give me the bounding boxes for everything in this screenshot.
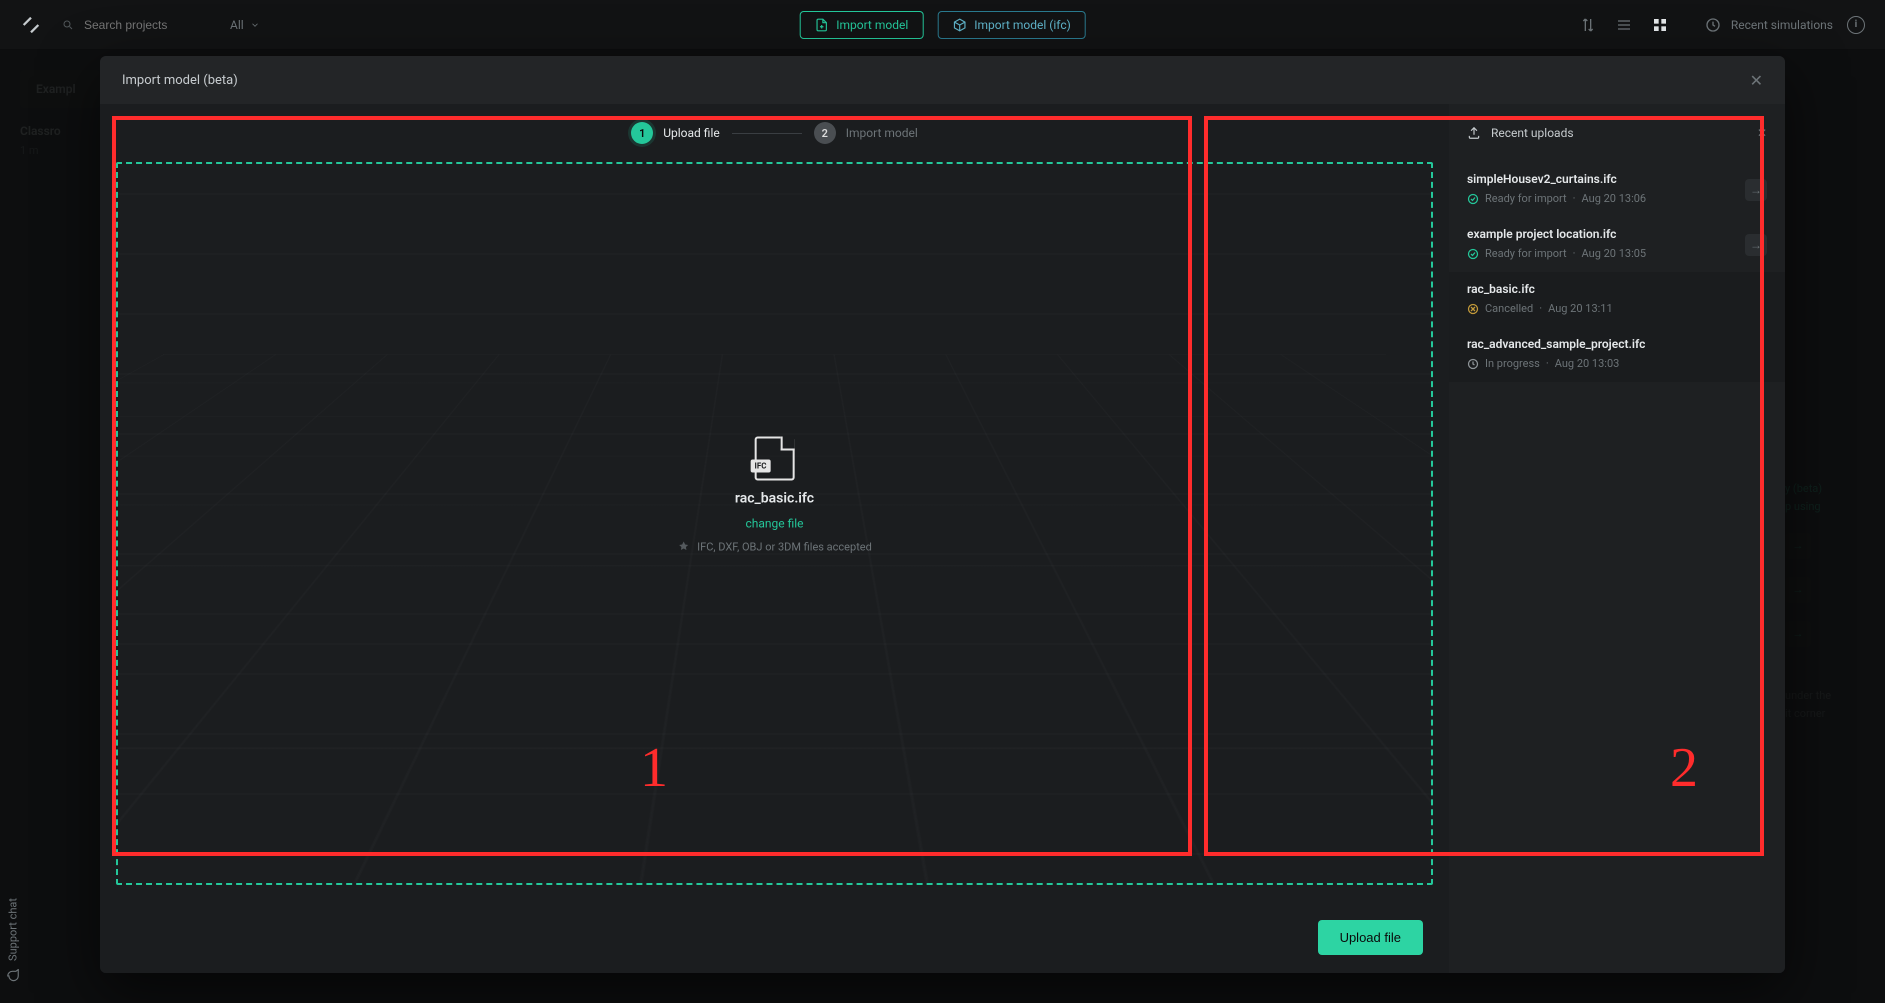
uploads-list: simpleHousev2_curtains.ifc Ready for impo… <box>1449 162 1785 382</box>
top-center-actions: Import model Import model (ifc) <box>799 11 1086 39</box>
support-chat[interactable]: Support chat <box>6 898 20 983</box>
file-name: rac_basic.ifc <box>735 490 814 506</box>
modal-header: Import model (beta) ✕ <box>100 56 1785 104</box>
upload-meta: Ready for import · Aug 20 13:06 <box>1467 192 1767 205</box>
step-1: 1 Upload file <box>631 122 719 144</box>
list-view-icon[interactable] <box>1613 14 1635 36</box>
cube-icon <box>952 18 966 32</box>
upload-name: example project location.ifc <box>1467 227 1767 241</box>
support-chat-label: Support chat <box>7 898 20 961</box>
step-1-label: Upload file <box>663 126 719 140</box>
pin-icon <box>677 541 689 553</box>
upload-status: Cancelled <box>1485 302 1533 315</box>
grid-perspective-2 <box>116 355 1433 885</box>
upload-date: Aug 20 13:03 <box>1555 357 1620 370</box>
search-input[interactable] <box>82 17 202 33</box>
import-model-ifc-button[interactable]: Import model (ifc) <box>937 11 1086 39</box>
file-plus-icon <box>814 18 828 32</box>
step-1-num: 1 <box>631 122 653 144</box>
annotation-num-1: 1 <box>640 736 668 800</box>
step-2-label: Import model <box>846 126 918 140</box>
stepper: 1 Upload file 2 Import model <box>100 104 1449 162</box>
filter-dropdown[interactable]: All <box>222 14 268 36</box>
status-icon <box>1467 358 1479 370</box>
close-icon[interactable]: ✕ <box>1750 71 1763 90</box>
accepts-row: IFC, DXF, OBJ or 3DM files accepted <box>677 540 872 553</box>
upload-status: Ready for import <box>1485 247 1567 260</box>
drop-wrap: IFC rac_basic.ifc change file IFC, DXF, … <box>116 162 1433 885</box>
chevron-down-icon <box>250 20 260 30</box>
drop-zone[interactable]: IFC rac_basic.ifc change file IFC, DXF, … <box>116 162 1433 885</box>
upload-item[interactable]: simpleHousev2_curtains.ifc Ready for impo… <box>1449 162 1785 217</box>
recent-uploads-panel: Recent uploads ✕ simpleHousev2_curtains.… <box>1449 104 1785 973</box>
annotation-num-2: 2 <box>1670 736 1698 800</box>
upload-item[interactable]: rac_advanced_sample_project.ifc In progre… <box>1449 327 1785 382</box>
import-model-ifc-label: Import model (ifc) <box>974 18 1071 32</box>
recent-uploads-title: Recent uploads <box>1491 126 1574 140</box>
more-icon[interactable]: ⋮ <box>1755 339 1767 353</box>
search-wrap[interactable] <box>54 13 210 37</box>
file-badge: IFC <box>751 459 771 472</box>
recent-simulations-label: Recent simulations <box>1731 18 1833 32</box>
upload-name: simpleHousev2_curtains.ifc <box>1467 172 1767 186</box>
upload-meta: Ready for import · Aug 20 13:05 <box>1467 247 1767 260</box>
accepts-text: IFC, DXF, OBJ or 3DM files accepted <box>697 540 872 553</box>
recent-uploads-header: Recent uploads ✕ <box>1449 104 1785 162</box>
upload-meta: Cancelled · Aug 20 13:11 <box>1467 302 1767 315</box>
step-2-num: 2 <box>814 122 836 144</box>
drop-center: IFC rac_basic.ifc change file IFC, DXF, … <box>677 436 872 553</box>
upload-date: Aug 20 13:11 <box>1548 302 1613 315</box>
modal-body: 1 Upload file 2 Import model IFC <box>100 104 1785 973</box>
panel-close-icon[interactable]: ✕ <box>1757 126 1767 140</box>
status-icon <box>1467 193 1479 205</box>
filter-label: All <box>230 18 244 32</box>
chat-icon <box>6 969 20 983</box>
top-bar: All Import model Import model (ifc) Rece… <box>0 0 1885 50</box>
step-line <box>732 133 802 134</box>
status-icon <box>1467 303 1479 315</box>
upload-name: rac_advanced_sample_project.ifc <box>1467 337 1767 351</box>
import-model-button[interactable]: Import model <box>799 11 923 39</box>
upload-status: Ready for import <box>1485 192 1567 205</box>
info-icon[interactable]: i <box>1847 16 1865 34</box>
upload-meta: In progress · Aug 20 13:03 <box>1467 357 1767 370</box>
sort-icon[interactable] <box>1577 14 1599 36</box>
modal-title: Import model (beta) <box>122 73 238 88</box>
upload-date: Aug 20 13:05 <box>1582 247 1647 260</box>
upload-item[interactable]: example project location.ifc Ready for im… <box>1449 217 1785 272</box>
search-icon <box>62 19 74 31</box>
arrow-right-icon[interactable]: → <box>1745 179 1767 201</box>
upload-file-button[interactable]: Upload file <box>1318 920 1423 955</box>
top-right-actions: Recent simulations i <box>1577 14 1865 36</box>
history-icon <box>1705 17 1721 33</box>
upload-item[interactable]: rac_basic.ifc Cancelled · Aug 20 13:11 <box>1449 272 1785 327</box>
grid-view-icon[interactable] <box>1649 14 1671 36</box>
status-icon <box>1467 248 1479 260</box>
file-ifc-icon: IFC <box>755 436 795 480</box>
upload-name: rac_basic.ifc <box>1467 282 1767 296</box>
app-logo <box>20 14 42 36</box>
import-model-label: Import model <box>836 18 908 32</box>
import-modal: Import model (beta) ✕ 1 Upload file 2 Im… <box>100 56 1785 973</box>
upload-icon <box>1467 126 1481 140</box>
recent-simulations[interactable]: Recent simulations <box>1705 17 1833 33</box>
step-2: 2 Import model <box>814 122 918 144</box>
upload-date: Aug 20 13:06 <box>1582 192 1647 205</box>
change-file-link[interactable]: change file <box>745 516 803 530</box>
arrow-right-icon[interactable]: → <box>1745 234 1767 256</box>
modal-footer: Upload file <box>100 901 1449 973</box>
upload-status: In progress <box>1485 357 1540 370</box>
modal-main: 1 Upload file 2 Import model IFC <box>100 104 1449 973</box>
